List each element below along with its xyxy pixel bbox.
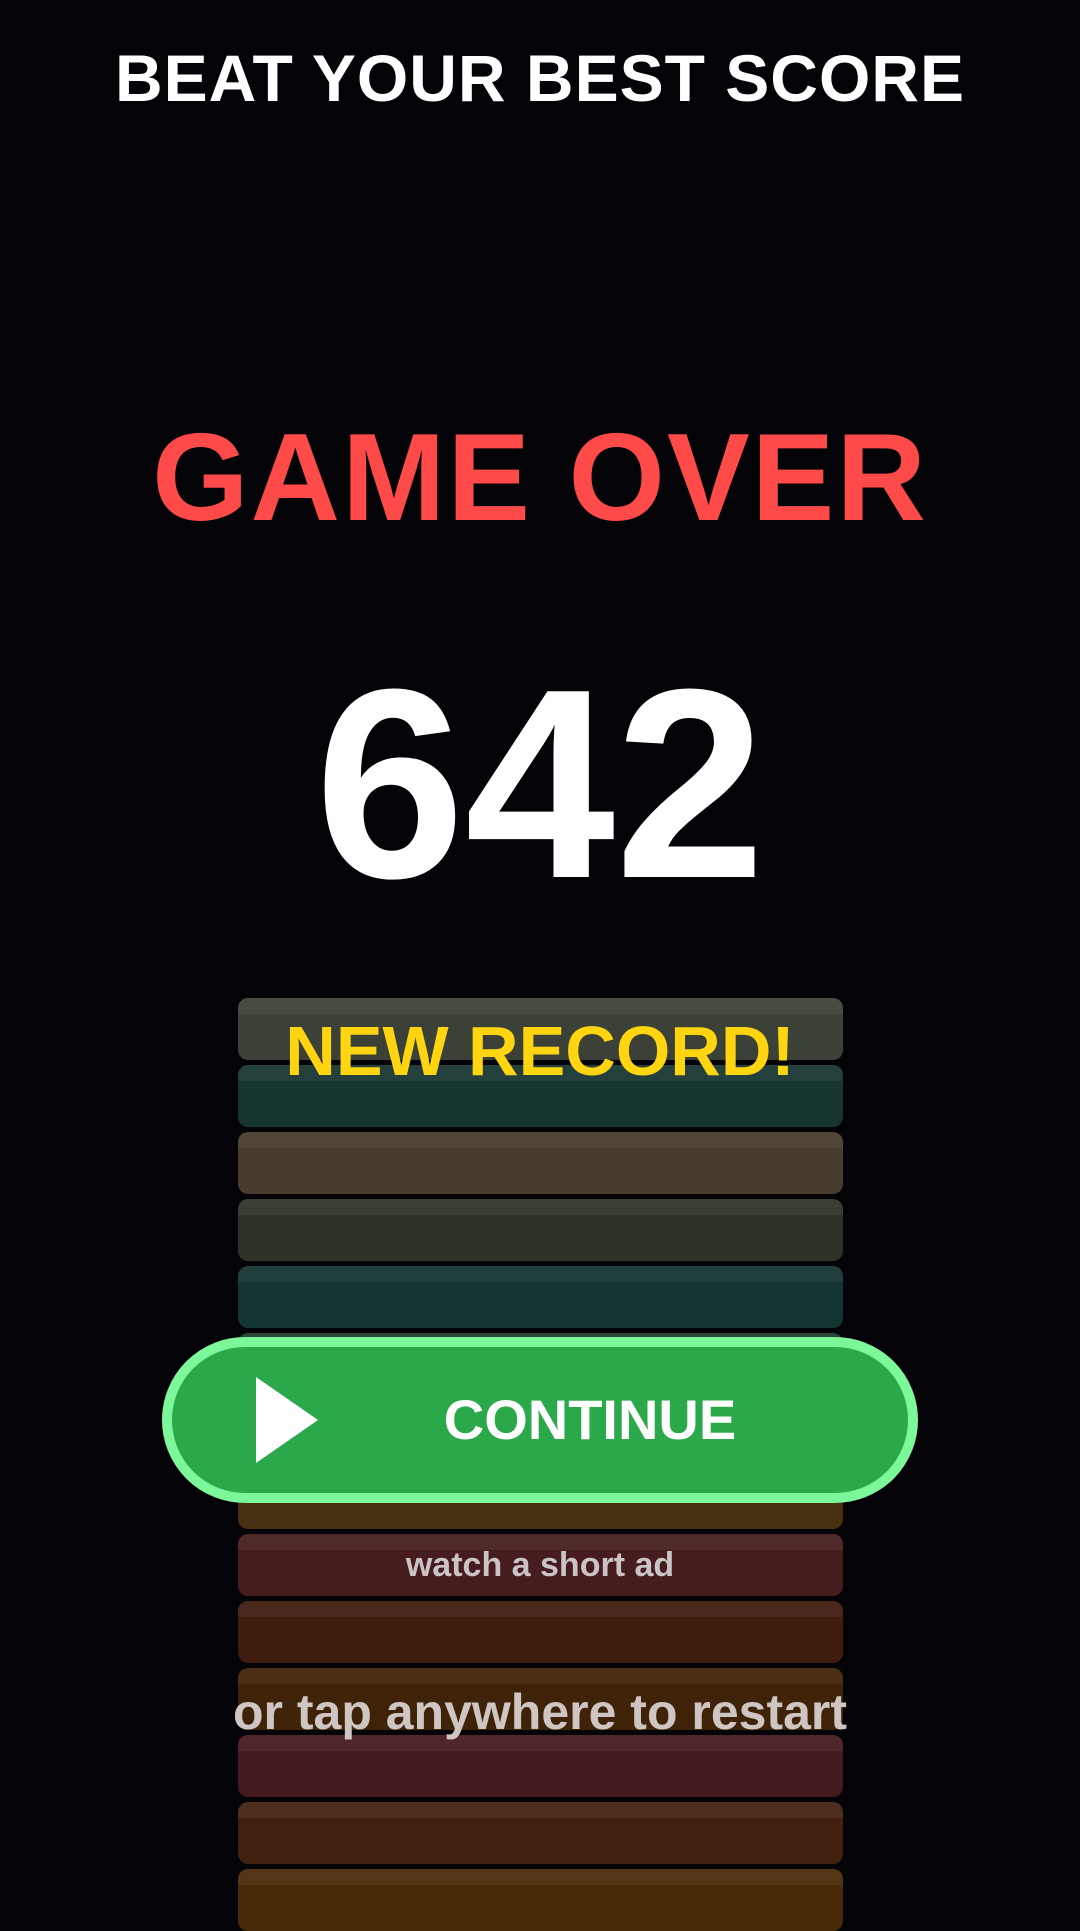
tower-block (238, 1802, 843, 1864)
continue-label: CONTINUE (443, 1388, 737, 1451)
continue-button[interactable]: CONTINUE (162, 1337, 918, 1503)
tower-block (238, 1869, 843, 1931)
beat-best-score-banner: BEAT YOUR BEST SCORE (115, 41, 965, 115)
tower-block (238, 1132, 843, 1194)
tower-block (238, 1735, 843, 1797)
restart-hint[interactable]: or tap anywhere to restart (0, 1682, 1080, 1742)
game-over-title: GAME OVER (152, 409, 928, 547)
tower-block (238, 1199, 843, 1261)
watch-ad-note: watch a short ad (405, 1546, 675, 1584)
tower-block (238, 1601, 843, 1663)
new-record-label: NEW RECORD! (285, 1012, 795, 1090)
final-score: 642 (314, 634, 766, 935)
tower-block (238, 1266, 843, 1328)
